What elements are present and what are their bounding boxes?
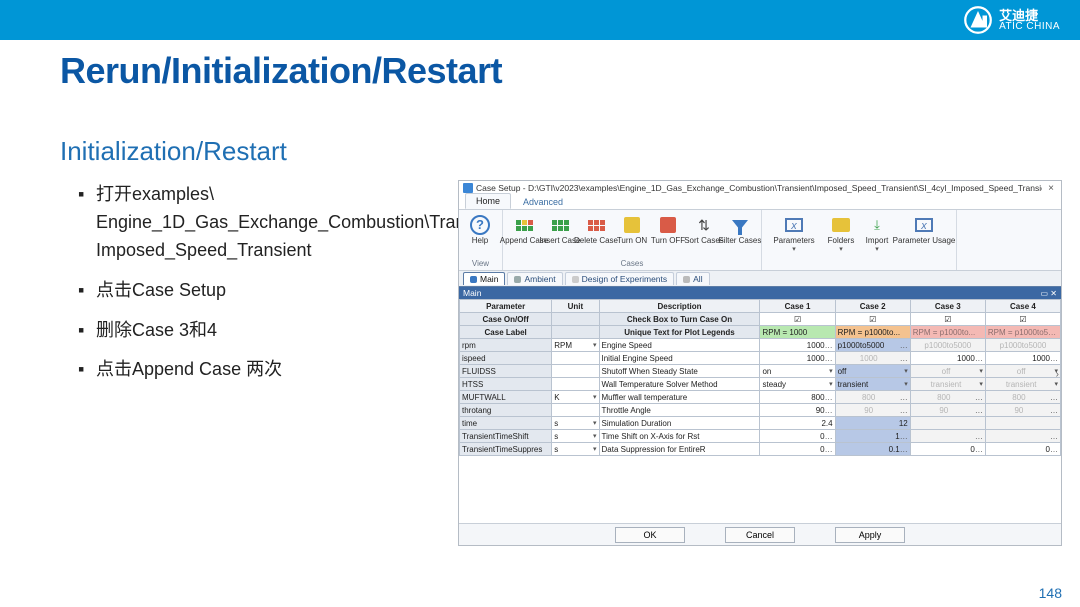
bullet-item: 打开examples\ Engine_1D_Gas_Exchange_Combu… [78,181,398,265]
bullet-item: 点击Case Setup [78,277,398,305]
col-case3[interactable]: Case 3 [910,300,985,313]
tab-all[interactable]: All [676,272,709,285]
apply-button[interactable]: Apply [835,527,905,543]
help-icon: ? [470,215,490,235]
window-titlebar: Case Setup - D:\GTI\v2023\examples\Engin… [459,181,1061,195]
append-icon [516,220,533,231]
ribbon: ? Help View Append Case Insert Case Dele… [459,209,1061,271]
delete-icon [588,220,605,231]
col-description[interactable]: Description [599,300,760,313]
case1-onoff[interactable]: ☑ [760,313,835,326]
col-case4[interactable]: Case 4 [985,300,1060,313]
ribbon-tabstrip: Home Advanced [459,195,1061,209]
ok-button[interactable]: OK [615,527,685,543]
sort-cases-button[interactable]: ⇅ Sort Cases [687,212,721,245]
case3-onoff[interactable]: ☑ [910,313,985,326]
brand-cn: 艾迪捷 [999,9,1060,22]
turn-off-icon [660,217,676,233]
col-case1[interactable]: Case 1 [760,300,835,313]
cancel-button[interactable]: Cancel [725,527,795,543]
close-icon[interactable]: × [1045,183,1057,194]
insert-case-button[interactable]: Insert Case [543,212,577,245]
import-icon: ⤓ [874,217,880,233]
tab-ambient[interactable]: Ambient [507,272,562,285]
scroll-right-icon[interactable]: › [1056,369,1059,380]
slide-title: Rerun/Initialization/Restart [60,50,1080,92]
bullet-item: 删除Case 3和4 [78,317,398,345]
parameters-button[interactable]: x Parameters [766,212,822,253]
case4-onoff[interactable]: ☑ [985,313,1060,326]
pane-window-icons[interactable]: ▭ ✕ [1041,289,1061,298]
turn-on-icon [624,217,640,233]
parameter-grid[interactable]: Parameter Unit Description Case 1 Case 2… [459,299,1061,456]
filter-icon [732,220,748,230]
case-setup-window: Case Setup - D:\GTI\v2023\examples\Engin… [458,180,1062,546]
group-cases-label: Cases [507,258,757,268]
brand-logo: 艾迪捷 ATIC CHINA [963,5,1060,35]
folder-icon [832,218,850,232]
sort-icon: ⇅ [698,217,710,234]
group-view-label: View [463,258,498,268]
brand-icon [963,5,993,35]
col-case2[interactable]: Case 2 [835,300,910,313]
col-parameter[interactable]: Parameter [460,300,552,313]
tab-advanced[interactable]: Advanced [513,195,573,209]
import-button[interactable]: ⤓ Import [860,212,894,253]
brand-en: ATIC CHINA [999,22,1060,32]
brand-banner: 艾迪捷 ATIC CHINA [0,0,1080,40]
turn-off-button[interactable]: Turn OFF [651,212,685,245]
pane-title: Main ▭ ✕ [459,287,1061,299]
parameter-usage-button[interactable]: x Parameter Usage [896,212,952,253]
window-title: Case Setup - D:\GTI\v2023\examples\Engin… [476,183,1042,193]
parameters-icon: x [785,218,803,232]
insert-icon [552,220,569,231]
sheet-tabs: Main Ambient Design of Experiments All [459,271,1061,287]
page-number: 148 [1039,585,1062,601]
tab-home[interactable]: Home [465,193,511,209]
tab-main[interactable]: Main [463,272,505,285]
parameter-usage-icon: x [915,218,933,232]
bullet-item: 点击Append Case 两次 [78,356,398,384]
slide-subtitle: Initialization/Restart [60,136,1080,167]
app-icon [463,183,473,193]
help-button[interactable]: ? Help [463,212,497,245]
turn-on-button[interactable]: Turn ON [615,212,649,245]
filter-cases-button[interactable]: Filter Cases [723,212,757,245]
case2-onoff[interactable]: ☑ [835,313,910,326]
dialog-buttons: OK Cancel Apply [459,523,1061,545]
delete-case-button[interactable]: Delete Case [579,212,613,245]
folders-button[interactable]: Folders [824,212,858,253]
tab-doe[interactable]: Design of Experiments [565,272,675,285]
col-unit[interactable]: Unit [552,300,599,313]
append-case-button[interactable]: Append Case [507,212,541,245]
